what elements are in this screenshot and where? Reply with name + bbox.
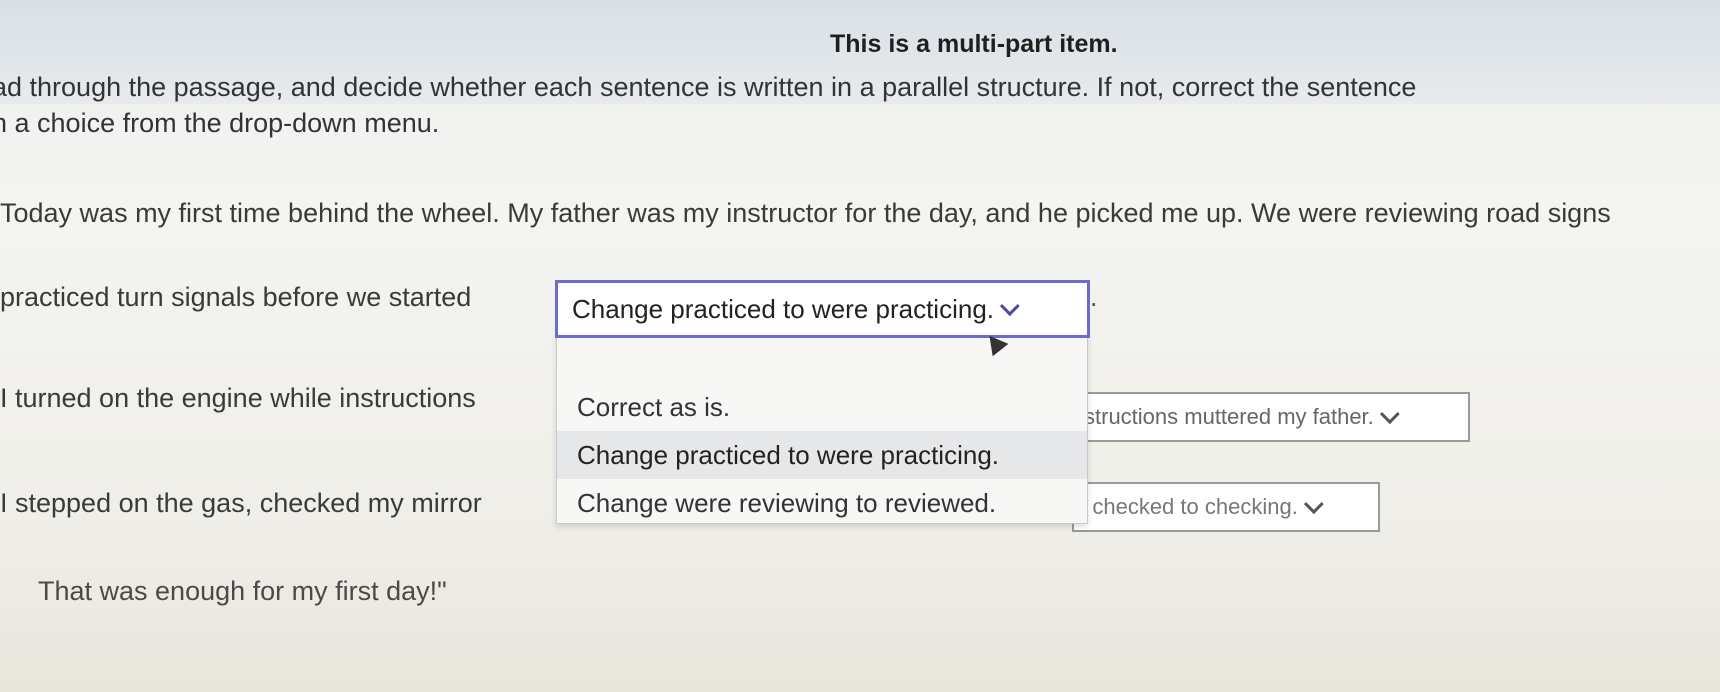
dropdown-menu: Correct as is. Change practiced to were … — [556, 332, 1088, 524]
dropdown-sentence-4-value: e checked to checking. — [1074, 494, 1298, 519]
chevron-down-icon — [1303, 494, 1324, 515]
item-title: This is a multi-part item. — [830, 30, 1118, 58]
dropdown-option-change-practiced[interactable]: Change practiced to were practicing. — [557, 431, 1087, 479]
passage-paragraph-4: I stepped on the gas, checked my mirror — [0, 488, 482, 518]
dropdown-sentence-3[interactable]: structions muttered my father. — [1082, 392, 1470, 442]
passage-paragraph-5: That was enough for my first day!" — [38, 576, 447, 606]
passage-paragraph-3: I turned on the engine while instruction… — [0, 383, 476, 413]
dropdown-sentence-3-value: structions muttered my father. — [1084, 404, 1374, 429]
passage-paragraph-1: Today was my first time behind the wheel… — [0, 198, 1611, 228]
dropdown-option-correct-as-is[interactable]: Correct as is. — [557, 383, 1087, 431]
dropdown-sentence-2-value: Change practiced to were practicing. — [572, 293, 995, 324]
chevron-down-icon — [999, 296, 1020, 317]
sentence-period: . — [1090, 282, 1098, 312]
dropdown-sentence-4[interactable]: e checked to checking. — [1072, 482, 1380, 532]
passage-paragraph-2: practiced turn signals before we started — [0, 282, 472, 312]
chevron-down-icon — [1379, 404, 1400, 425]
dropdown-option-change-reviewing[interactable]: Change were reviewing to reviewed. — [557, 479, 1087, 527]
dropdown-sentence-2[interactable]: Change practiced to were practicing. — [555, 280, 1090, 338]
instructions-line-2: h a choice from the drop-down menu. — [0, 108, 440, 138]
instructions-line-1: ad through the passage, and decide wheth… — [0, 72, 1417, 102]
